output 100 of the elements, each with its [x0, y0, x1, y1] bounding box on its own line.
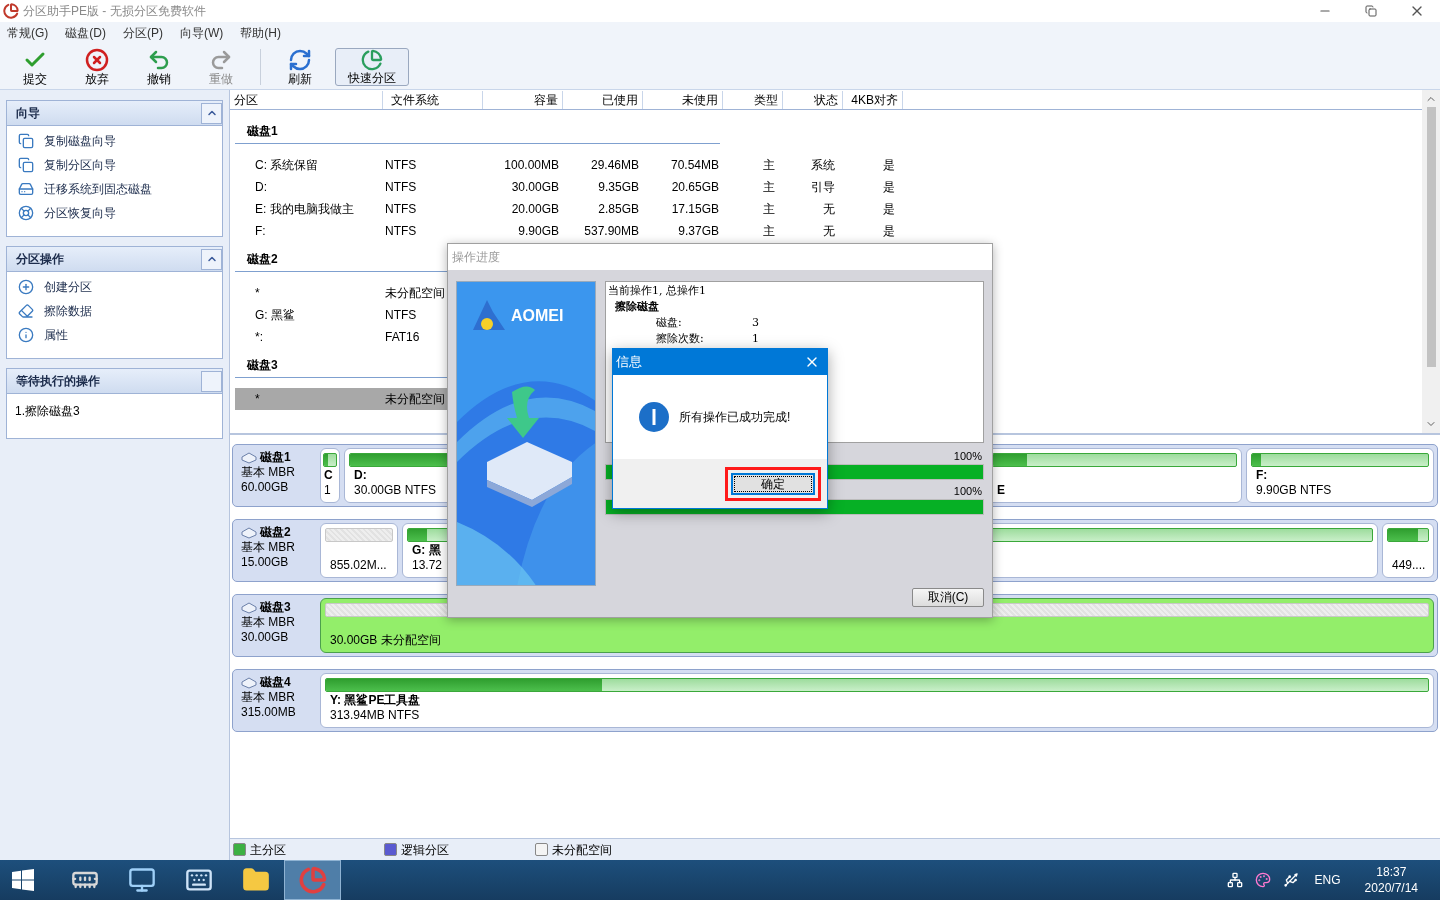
toolbar-button[interactable]: 撤销 — [131, 47, 187, 86]
palette-icon[interactable] — [1254, 872, 1271, 888]
info-icon — [639, 402, 669, 432]
panel-title: 向导 — [16, 105, 40, 122]
scrollbar[interactable] — [1422, 90, 1440, 433]
sidebar-link[interactable]: 创建分区 — [18, 278, 222, 296]
disk-row[interactable]: 磁盘4 基本 MBR 315.00MB Y: 黑鲨PE工具盘 313.94MB NTFS — [232, 669, 1438, 732]
usb-icon[interactable] — [1282, 872, 1299, 888]
collapse-button[interactable] — [201, 248, 222, 270]
menu-item[interactable]: 帮助(H) — [240, 24, 281, 42]
table-cell-text: NTFS — [384, 201, 418, 218]
partition-card[interactable]: 449.... — [1382, 523, 1434, 578]
menu-item[interactable]: 磁盘(D) — [65, 24, 106, 42]
table-cell-text: 70.54MB — [669, 157, 720, 174]
table-cell-text: *: — [254, 329, 264, 346]
table-cell-text: 30.00GB — [510, 179, 560, 196]
network-icon[interactable] — [1226, 872, 1243, 888]
sidebar-link[interactable]: 复制分区向导 — [18, 156, 222, 174]
legend-label: 主分区 — [250, 841, 286, 859]
disk-type: 基本 MBR — [241, 465, 296, 480]
disk-size: 30.00GB — [241, 630, 290, 645]
table-cell-text: 主 — [762, 157, 776, 174]
message-title: 信息 — [616, 353, 642, 372]
menu-item[interactable]: 分区(P) — [123, 24, 163, 42]
column-header[interactable]: 分区 — [230, 91, 383, 109]
table-cell-text: 是 — [882, 223, 896, 240]
pie-chart-icon — [360, 48, 384, 71]
message-text: 所有操作已成功完成! — [679, 409, 791, 426]
column-header[interactable]: 文件系统 — [383, 91, 483, 109]
legend-label: 逻辑分区 — [401, 841, 449, 859]
unallocated-bar — [325, 528, 393, 542]
collapse-button[interactable] — [201, 102, 222, 124]
legend-label: 未分配空间 — [552, 841, 612, 859]
partition-label: G: 黑 — [412, 543, 441, 558]
table-cell-text: * — [254, 391, 261, 408]
partition-detail: 9.90GB NTFS — [1256, 483, 1332, 498]
log-detail-value: 3 — [752, 315, 759, 331]
progress-reading: 100% — [953, 483, 983, 499]
table-cell-text: 是 — [882, 157, 896, 174]
table-row[interactable]: D: NTFS 30.00GB 9.35GB 20.65GB 主 引导 是 — [235, 176, 903, 198]
toolbar-button[interactable]: 快速分区 — [335, 47, 409, 86]
partition-card[interactable]: C 1 — [320, 448, 340, 503]
disk-name: 磁盘2 — [260, 525, 291, 540]
disk-type: 基本 MBR — [241, 690, 296, 705]
column-header[interactable]: 状态 — [783, 91, 843, 109]
language-indicator[interactable]: ENG — [1314, 871, 1341, 889]
disk-size: 15.00GB — [241, 555, 290, 570]
toolbar-button[interactable]: 提交 — [7, 47, 63, 86]
table-cell-text: 未分配空间 — [384, 285, 446, 302]
sidebar-link[interactable]: 擦除数据 — [18, 302, 222, 320]
table-cell-text: D: — [254, 179, 268, 196]
table-cell-text: 20.65GB — [670, 179, 720, 196]
x-circle-icon — [85, 47, 109, 72]
table-cell-text: 100.00MB — [503, 157, 560, 174]
sidebar-link[interactable]: 迁移系统到固态磁盘 — [18, 180, 222, 198]
partition-card[interactable]: 855.02M... — [320, 523, 398, 578]
table-cell-text: 9.37GB — [677, 223, 720, 240]
panel-title: 分区操作 — [16, 251, 64, 268]
table-cell-text: E: 我的电脑我做主 — [254, 201, 355, 218]
restore-icon — [1365, 5, 1377, 17]
menu-item[interactable]: 向导(W) — [180, 24, 224, 42]
toolbar-button[interactable]: 放弃 — [69, 47, 125, 86]
disk-name: 磁盘4 — [260, 675, 291, 690]
partition-label: C — [324, 468, 333, 483]
table-row[interactable]: C: 系统保留 NTFS 100.00MB 29.46MB 70.54MB 主 系统 是 — [235, 154, 903, 176]
table-cell-text: 20.00GB — [510, 201, 560, 218]
partition-label: F: — [1256, 468, 1268, 483]
ok-button[interactable]: 确定 — [731, 472, 815, 495]
info-icon — [18, 327, 34, 343]
table-row[interactable]: E: 我的电脑我做主 NTFS 20.00GB 2.85GB 17.15GB 主 无 是 — [235, 198, 903, 220]
table-row[interactable]: F: NTFS 9.90GB 537.90MB 9.37GB 主 无 是 — [235, 220, 903, 242]
column-header[interactable]: 4KB对齐 — [843, 91, 903, 109]
table-cell-text: 29.46MB — [589, 157, 640, 174]
disk-size: 60.00GB — [241, 480, 290, 495]
menu-item[interactable]: 常规(G) — [7, 24, 49, 42]
table-cell-text: 主 — [762, 223, 776, 240]
scroll-thumb[interactable] — [1426, 107, 1436, 367]
plus-circle-icon — [18, 279, 34, 295]
table-cell-text: 系统 — [810, 157, 836, 174]
brand-name: AOMEI — [511, 306, 564, 326]
sidebar-link[interactable]: 分区恢复向导 — [18, 204, 222, 222]
table-cell-text: 17.15GB — [670, 201, 720, 218]
column-header[interactable]: 容量 — [483, 91, 563, 109]
copy-icon — [18, 157, 34, 173]
partition-card[interactable]: Y: 黑鲨PE工具盘 313.94MB NTFS — [320, 673, 1434, 728]
column-header[interactable]: 已使用 — [563, 91, 643, 109]
sidebar-link[interactable]: 属性 — [18, 326, 222, 344]
table-cell-text: 9.90GB — [517, 223, 560, 240]
table-cell-text: NTFS — [384, 223, 418, 240]
partition-detail: 13.72 — [412, 558, 443, 573]
column-header[interactable]: 类型 — [723, 91, 783, 109]
toolbar-button[interactable]: 刷新 — [272, 47, 328, 86]
clock[interactable]: 18:37 2020/7/14 — [1364, 864, 1418, 896]
eraser-icon — [18, 303, 34, 319]
column-header[interactable]: 未使用 — [643, 91, 723, 109]
partition-detail: 449.... — [1392, 558, 1426, 573]
sidebar-link[interactable]: 复制磁盘向导 — [18, 132, 222, 150]
cancel-button[interactable]: 取消(C) — [912, 588, 984, 607]
partition-card[interactable]: F: 9.90GB NTFS — [1246, 448, 1434, 503]
disk-group-header: 磁盘1 — [235, 118, 720, 144]
